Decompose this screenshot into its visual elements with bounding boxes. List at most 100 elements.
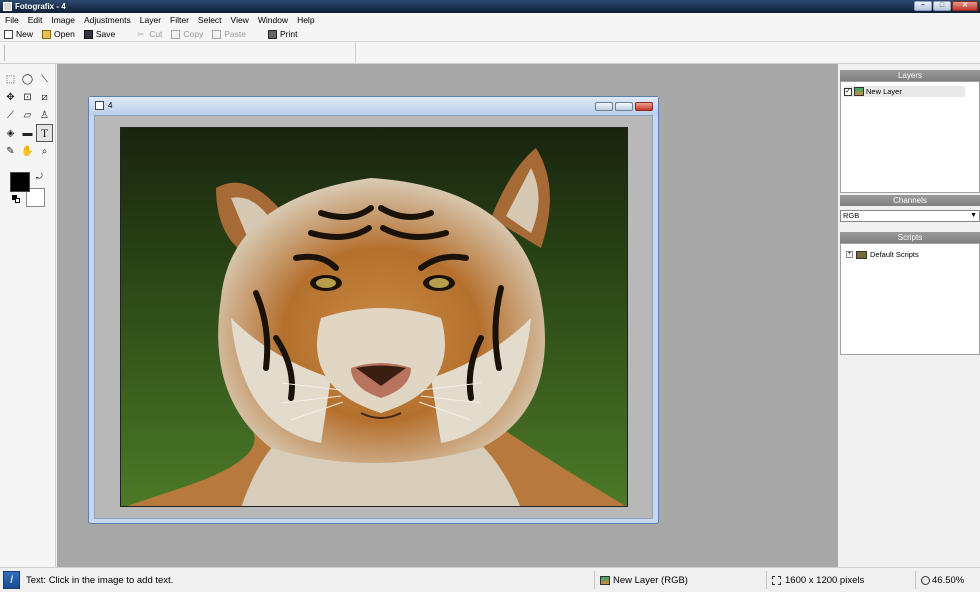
new-file-icon [4, 29, 13, 39]
status-divider [766, 571, 767, 589]
document-window-controls [595, 102, 653, 111]
layers-panel-header[interactable]: Layers [840, 70, 980, 81]
tiger-illustration [121, 128, 627, 506]
script-folder-label: Default Scripts [870, 250, 919, 259]
ellipse-select-tool-icon[interactable]: ◯ [19, 70, 36, 88]
maximize-button[interactable]: □ [933, 1, 951, 11]
open-button[interactable]: Open [42, 29, 75, 39]
image-size-icon [772, 576, 781, 585]
title-bar: Fotografix - 4 – □ ✕ [0, 0, 980, 13]
document-window[interactable]: 4 [88, 96, 659, 524]
options-divider [4, 45, 5, 61]
magic-wand-tool-icon[interactable]: ⟍ [36, 70, 53, 88]
magnifier-icon [921, 576, 930, 585]
menu-file[interactable]: File [5, 15, 19, 25]
window-title: Fotografix - 4 [15, 2, 66, 11]
new-label: New [16, 29, 34, 39]
script-folder-item[interactable]: + Default Scripts [846, 250, 919, 259]
window-controls: – □ ✕ [914, 1, 978, 11]
tool-options-bar [0, 42, 980, 64]
status-layer-text: New Layer (RGB) [613, 575, 688, 586]
layer-thumbnail-icon [600, 576, 610, 585]
status-divider [915, 571, 916, 589]
cut-label: Cut [149, 29, 163, 39]
menu-adjustments[interactable]: Adjustments [84, 15, 131, 25]
scripts-panel-header[interactable]: Scripts [840, 232, 980, 243]
status-image-size: 1600 x 1200 pixels [772, 575, 864, 586]
new-button[interactable]: New [4, 29, 33, 39]
menu-select[interactable]: Select [198, 15, 222, 25]
scripts-panel: + Default Scripts [840, 243, 980, 355]
document-maximize-button[interactable] [615, 102, 633, 111]
menu-layer[interactable]: Layer [140, 15, 161, 25]
hand-tool-icon[interactable]: ✋ [19, 142, 36, 160]
swap-colors-icon[interactable]: ⤾ [36, 172, 43, 182]
expand-icon[interactable]: + [846, 251, 853, 258]
menu-window[interactable]: Window [258, 15, 288, 25]
status-divider [594, 571, 595, 589]
status-bar: I Text: Click in the image to add text. … [0, 567, 980, 592]
cut-button[interactable]: ✂ Cut [137, 29, 162, 39]
rect-select-tool-icon[interactable]: ⬚ [2, 70, 19, 88]
paste-button[interactable]: Paste [212, 29, 246, 39]
status-zoom: 46.50% [921, 575, 964, 586]
paste-label: Paste [224, 29, 247, 39]
layers-panel: ✓ New Layer [840, 81, 980, 193]
eraser-tool-icon[interactable]: ▱ [19, 106, 36, 124]
menu-help[interactable]: Help [297, 15, 314, 25]
tool-palette: ⬚ ◯ ⟍ ✥ ⊡ ⧄ ⟋ ▱ ♙ ◈ ▬ T ✎ ✋ ⌕ ⤾ [0, 64, 56, 567]
channel-select[interactable]: RGB ▼ [840, 210, 980, 222]
brush-tool-icon[interactable]: ⟋ [2, 106, 19, 124]
main-toolbar: New Open Save ✂ Cut Copy Paste Print [0, 27, 980, 42]
layer-visibility-checkbox[interactable]: ✓ [844, 87, 852, 96]
open-label: Open [54, 29, 75, 39]
paint-bucket-fill-tool-icon[interactable]: ⧄ [36, 88, 53, 106]
copy-button[interactable]: Copy [171, 29, 203, 39]
zoom-tool-icon[interactable]: ⌕ [36, 142, 53, 160]
copy-label: Copy [183, 29, 204, 39]
status-zoom-text: 46.50% [932, 575, 965, 586]
document-close-button[interactable] [635, 102, 653, 111]
menu-view[interactable]: View [231, 15, 249, 25]
printer-icon [268, 29, 278, 39]
clone-stamp-tool-icon[interactable]: ♙ [36, 106, 53, 124]
status-message: Text: Click in the image to add text. [26, 575, 174, 586]
floppy-disk-icon [83, 29, 93, 39]
document-minimize-button[interactable] [595, 102, 613, 111]
text-tool-status-icon: I [3, 571, 20, 589]
default-colors-icon[interactable] [12, 195, 20, 203]
minimize-button[interactable]: – [914, 1, 932, 11]
status-size-text: 1600 x 1200 pixels [785, 575, 865, 586]
save-label: Save [95, 29, 116, 39]
tool-grid: ⬚ ◯ ⟍ ✥ ⊡ ⧄ ⟋ ▱ ♙ ◈ ▬ T ✎ ✋ ⌕ [2, 70, 53, 160]
status-layer-info: New Layer (RGB) [600, 575, 688, 586]
document-title-bar[interactable]: 4 [89, 97, 658, 115]
text-tool-icon[interactable]: T [36, 124, 53, 142]
layer-name: New Layer [866, 87, 902, 96]
menu-edit[interactable]: Edit [28, 15, 43, 25]
layer-thumbnail-icon [854, 87, 864, 96]
options-divider [355, 42, 356, 64]
gradient-tool-icon[interactable]: ▬ [19, 124, 36, 142]
layer-item[interactable]: ✓ New Layer [844, 86, 965, 97]
save-button[interactable]: Save [83, 29, 116, 39]
document-icon [95, 101, 104, 110]
copy-icon [171, 29, 181, 39]
channels-panel-header[interactable]: Channels [840, 195, 980, 206]
paste-icon [212, 29, 222, 39]
close-button[interactable]: ✕ [952, 1, 978, 11]
print-label: Print [280, 29, 298, 39]
crop-tool-icon[interactable]: ⊡ [19, 88, 36, 106]
tiger-photo-canvas[interactable] [120, 127, 628, 507]
move-tool-icon[interactable]: ✥ [2, 88, 19, 106]
eyedropper-tool-icon[interactable]: ✎ [2, 142, 19, 160]
menu-filter[interactable]: Filter [170, 15, 189, 25]
document-canvas-area [94, 115, 653, 519]
channel-select-value: RGB [843, 211, 860, 220]
foreground-color-swatch[interactable] [10, 172, 30, 192]
print-button[interactable]: Print [268, 29, 298, 39]
right-panel-dock: Layers ✓ New Layer Channels RGB ▼ Script… [838, 64, 980, 567]
fill-tool-icon[interactable]: ◈ [2, 124, 19, 142]
menu-image[interactable]: Image [51, 15, 75, 25]
menu-bar: File Edit Image Adjustments Layer Filter… [0, 13, 980, 27]
